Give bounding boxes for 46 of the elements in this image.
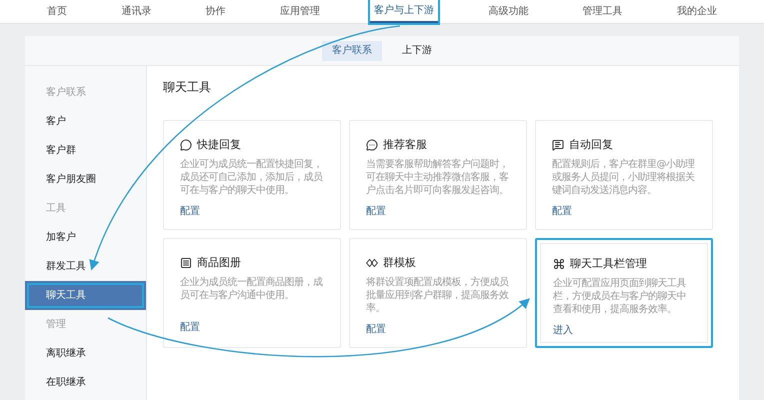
card-link[interactable]: 配置 <box>552 206 572 216</box>
sub-tab[interactable]: 客户联系 <box>322 40 382 60</box>
nav-tab[interactable]: 协作 <box>202 0 230 23</box>
sidebar-item[interactable]: 客户朋友圈 <box>25 165 146 194</box>
sidebar-heading: 管理 <box>45 318 67 332</box>
sidebar-heading: 客户联系 <box>45 86 87 100</box>
card-link[interactable]: 配置 <box>366 324 386 334</box>
card-title: 商品图册 <box>197 255 241 271</box>
sidebar-item[interactable]: 在职继承 <box>25 368 146 397</box>
command-icon <box>553 258 565 270</box>
sidebar-item[interactable]: 客户 <box>25 107 146 136</box>
sidebar-item[interactable]: 客户群 <box>25 136 146 165</box>
nav-tab[interactable]: 通讯录 <box>117 0 156 23</box>
card-title: 聊天工具栏管理 <box>570 256 647 272</box>
sidebar-item[interactable]: 加客户 <box>25 223 146 252</box>
card-title: 自动回复 <box>569 137 613 153</box>
card-description: 企业可为成员统一配置快捷回复，成员还可自己添加，添加后，成员可在与客户的聊天中使用。 <box>180 158 324 196</box>
list-square-icon <box>180 257 192 270</box>
card-description: 将群设置项配置成模板，方便成员批量应用到客户群聊，提高服务效率。 <box>366 276 510 314</box>
nav-tab[interactable]: 管理工具 <box>578 0 627 23</box>
card-title: 群模板 <box>383 255 416 271</box>
card-description: 企业为成员统一配置商品图册，成员可在与客户沟通中使用。 <box>180 276 324 302</box>
card-description: 当需要客服帮助解答客户问题时，可在聊天中主动推荐微信客服，客户点击名片即可向客服发起咨询。 <box>366 158 510 196</box>
sidebar-item[interactable]: 聊天工具 <box>25 281 146 310</box>
card-link[interactable]: 配置 <box>366 206 386 216</box>
card-link[interactable]: 配置 <box>180 322 200 333</box>
card-link[interactable]: 配置 <box>180 206 200 216</box>
chat-dots-icon <box>366 139 378 152</box>
nav-tab[interactable]: 高级功能 <box>484 0 532 23</box>
card-link[interactable]: 进入 <box>553 324 573 336</box>
card-title: 快捷回复 <box>197 137 241 153</box>
chat-bubble-icon <box>180 139 192 152</box>
sidebar-item[interactable]: 离职继承 <box>25 339 146 368</box>
section-title: 聊天工具 <box>163 79 212 96</box>
diamonds-icon <box>366 257 378 270</box>
card-description: 企业可配置应用页面到聊天工具栏，方便成员在与客户的聊天中查看和使用，提高服务效率。 <box>553 276 687 316</box>
nav-tab[interactable]: 应用管理 <box>276 0 324 23</box>
nav-tab[interactable]: 客户与上下游 <box>370 0 438 23</box>
card-description: 配置规则后，客户在群里@小助理或服务人员提问，小助理将根据关键词自动发送消息内容。 <box>552 158 696 196</box>
nav-tab[interactable]: 我的企业 <box>672 0 721 23</box>
sidebar-heading: 工具 <box>45 202 67 216</box>
sidebar-item[interactable]: 群发工具 <box>25 252 146 281</box>
nav-tab[interactable]: 首页 <box>43 0 72 23</box>
message-lines-icon <box>552 139 564 152</box>
sub-tab[interactable]: 上下游 <box>392 40 442 60</box>
card-title: 推荐客服 <box>383 137 427 153</box>
